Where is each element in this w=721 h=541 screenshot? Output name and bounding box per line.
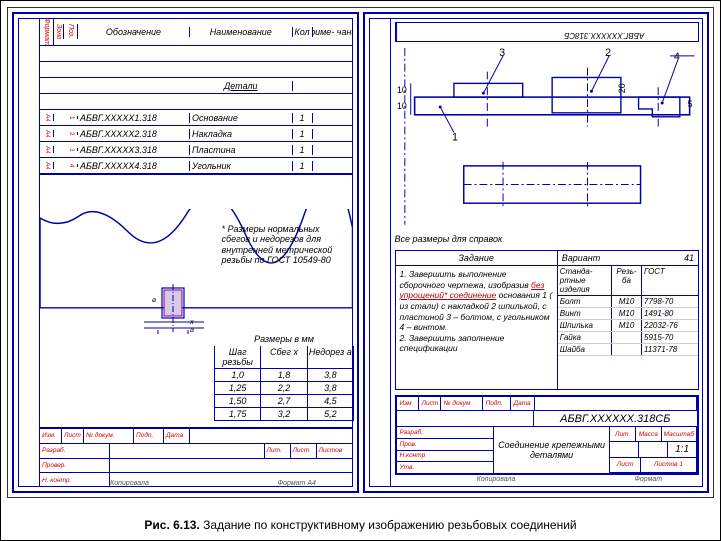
- left-binding-strip: [18, 18, 40, 487]
- tb2-main: Разраб. Пров. Н.контр Утв. Соединение кр…: [397, 427, 698, 473]
- col-designation: Обозначение: [78, 27, 190, 37]
- drawing-name: Соединение крепежными деталями: [494, 427, 611, 473]
- sizes-row: 1,252,23,8: [214, 382, 354, 395]
- std-row: БолтМ107798-70: [558, 296, 698, 308]
- svg-text:10: 10: [396, 101, 406, 111]
- spec-row-blank: [40, 62, 353, 78]
- svg-text:3: 3: [499, 48, 505, 59]
- task-body: 1. Завершить выполнение сборочного черте…: [396, 266, 557, 389]
- tb2-right-grid: Лит.МассаМасштаб 1:1 ЛистЛистов 1: [610, 427, 697, 473]
- tb2-top: Изм Лист № докум Подп. Дата: [397, 397, 698, 411]
- svg-text:2: 2: [605, 48, 611, 59]
- drawing-code: АБВГ.ХХХХХХ.318СБ: [534, 411, 697, 426]
- sheet-assembly: АБВГ.ХХХХХХ.318СБ 3 2 4: [363, 12, 710, 493]
- right-binding-strip: [369, 18, 391, 487]
- spec-row: А4 1 АБВГ.ХХХХХ1.318 Основание 1: [40, 110, 353, 126]
- col-qty: Кол: [293, 27, 313, 37]
- title-block-left: Изм. Лист № докум. Подп. Дата Разраб. Ли…: [40, 427, 353, 487]
- sizes-table: Размеры в мм Шаг резьбы Сбег x Недорез a…: [214, 334, 354, 421]
- col-zone: Зона: [54, 24, 64, 40]
- spec-row-blank: [40, 94, 353, 110]
- svg-text:⌀: ⌀: [152, 297, 156, 304]
- svg-text:20: 20: [616, 83, 626, 93]
- col-format: Формат: [40, 18, 54, 46]
- sheets-container: Формат Зона Поз. Обозначение Наименовани…: [7, 7, 714, 498]
- svg-text:a: a: [190, 327, 194, 334]
- sizes-title: Размеры в мм: [214, 334, 354, 344]
- assembly-drawing: 3 2 4: [395, 48, 700, 228]
- variant-row: Вариант 41: [558, 251, 698, 266]
- svg-text:4: 4: [673, 51, 679, 63]
- sizes-header: Шаг резьбы Сбег x Недорез a: [214, 346, 354, 369]
- page: Формат Зона Поз. Обозначение Наименовани…: [0, 0, 721, 541]
- svg-text:5: 5: [687, 99, 692, 109]
- sizes-row: 1,502,74,5: [214, 395, 354, 408]
- sheet-specification: Формат Зона Поз. Обозначение Наименовани…: [12, 12, 359, 493]
- spec-row: А4 3 АБВГ.ХХХХХ3.318 Пластина 1: [40, 142, 353, 158]
- spec-table: Формат Зона Поз. Обозначение Наименовани…: [40, 18, 353, 175]
- thread-note: * Размеры нормальных сбегов и недорезов …: [222, 224, 337, 265]
- std-row: Гайка5915-70: [558, 332, 698, 344]
- tb2-code-row: АБВГ.ХХХХХХ.318СБ: [397, 411, 698, 427]
- scale: 1:1: [668, 442, 697, 456]
- upside-code: АБВГ.ХХХХХХ.318СБ: [510, 23, 698, 41]
- caption-fignum: Рис. 6.13.: [144, 518, 199, 532]
- std-row: ШпилькаМ1022032-76: [558, 320, 698, 332]
- section-title: Детали: [190, 81, 293, 91]
- footer-left: Копировала Формат А4: [18, 480, 353, 492]
- task-block: Задание 1. Завершить выполнение сборочно…: [395, 250, 700, 390]
- std-parts-table: Станда- ртные изделия Резь- ба ГОСТ Болт…: [558, 266, 698, 389]
- spec-row: А4 2 АБВГ.ХХХХХ2.318 Накладка 1: [40, 126, 353, 142]
- sizes-row: 1,01,83,8: [214, 369, 354, 382]
- all-sizes-note: Все размеры для справок: [395, 234, 503, 244]
- svg-text:1: 1: [451, 131, 457, 143]
- col-note: Приме- чание: [313, 27, 353, 37]
- footer-right: Копировала Формат: [395, 476, 700, 487]
- svg-text:x: x: [189, 319, 194, 326]
- tb2-signers: Разраб. Пров. Н.контр Утв.: [397, 427, 494, 473]
- std-row: ВинтМ101491-80: [558, 308, 698, 320]
- title-block-right: Изм Лист № докум Подп. Дата АБВГ.ХХХХХХ.…: [395, 395, 700, 475]
- sizes-row: 1,753,25,2: [214, 408, 354, 421]
- svg-text:10: 10: [396, 85, 406, 95]
- task-right: Вариант 41 Станда- ртные изделия Резь- б…: [558, 251, 698, 389]
- task-left: Задание 1. Завершить выполнение сборочно…: [396, 251, 558, 389]
- spec-header-row: Формат Зона Поз. Обозначение Наименовани…: [40, 18, 353, 46]
- col-name: Наименование: [190, 27, 293, 37]
- caption-text: Задание по конструктивному изображению р…: [203, 518, 576, 532]
- spec-row-blank: [40, 46, 353, 62]
- spec-row-section: Детали: [40, 78, 353, 94]
- task-header: Задание: [396, 251, 557, 266]
- spec-row: А4 4 АБВГ.ХХХХХ4.318 Угольник 1: [40, 158, 353, 174]
- thread-detail-drawing: ⌀ x a: [144, 284, 204, 334]
- col-pos: Поз.: [64, 24, 78, 38]
- figure-caption: Рис. 6.13. Задание по конструктивному из…: [1, 518, 720, 532]
- std-header: Станда- ртные изделия Резь- ба ГОСТ: [558, 266, 698, 296]
- upside-down-code-field: АБВГ.ХХХХХХ.318СБ: [395, 22, 700, 42]
- std-row: Шайба11371-78: [558, 344, 698, 356]
